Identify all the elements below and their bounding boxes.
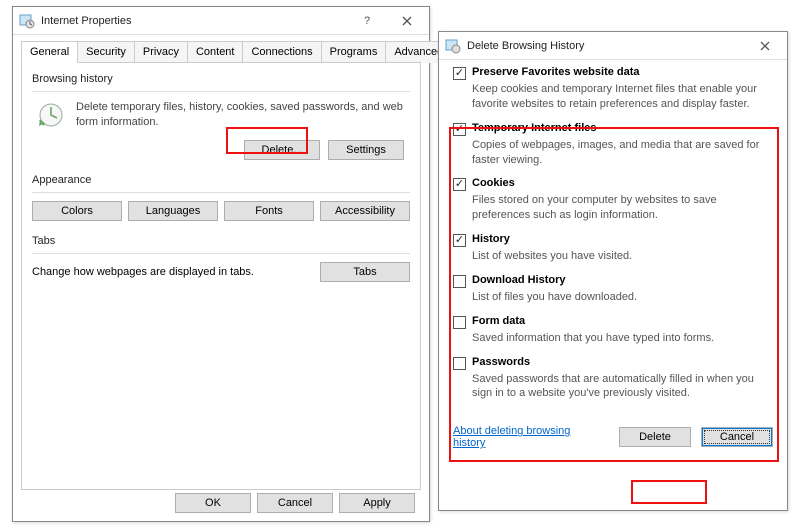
delete-confirm-button[interactable]: Delete xyxy=(619,427,691,447)
colors-button[interactable]: Colors xyxy=(32,201,122,221)
checkbox-row: Passwords xyxy=(453,356,773,370)
annotation-highlight xyxy=(631,480,707,504)
checkbox-desc: Files stored on your computer by website… xyxy=(472,193,773,223)
close-button[interactable] xyxy=(745,33,785,59)
checkbox-row: Form data xyxy=(453,315,773,329)
checkbox-desc: Saved information that you have typed in… xyxy=(472,331,773,346)
cancel-button[interactable]: Cancel xyxy=(257,493,333,513)
delete-browsing-history-window: Delete Browsing History Preserve Favorit… xyxy=(438,31,788,511)
group-tabs: Tabs Change how webpages are displayed i… xyxy=(32,235,410,282)
tab-panel-general: Browsing history Delete temporary files,… xyxy=(21,62,421,490)
group-appearance: Appearance Colors Languages Fonts Access… xyxy=(32,174,410,221)
checkbox-desc: List of websites you have visited. xyxy=(472,249,773,264)
cancel-button[interactable]: Cancel xyxy=(701,427,773,447)
checkbox-label[interactable]: Temporary Internet files xyxy=(472,122,597,134)
titlebar: Internet Properties ? xyxy=(13,7,429,35)
checkbox-row: Preserve Favorites website data xyxy=(453,66,773,80)
checkbox-label[interactable]: Cookies xyxy=(472,177,515,189)
group-label: Browsing history xyxy=(32,73,410,85)
tabs-desc: Change how webpages are displayed in tab… xyxy=(32,266,310,278)
browsing-history-desc: Delete temporary files, history, cookies… xyxy=(76,100,410,130)
checkbox-row: Download History xyxy=(453,274,773,288)
checkbox-row: Cookies xyxy=(453,177,773,191)
checkbox-row: History xyxy=(453,233,773,247)
close-button[interactable] xyxy=(387,8,427,34)
tabstrip: General Security Privacy Content Connect… xyxy=(13,35,429,63)
about-link[interactable]: About deleting browsing history xyxy=(453,425,599,449)
tab-privacy[interactable]: Privacy xyxy=(134,41,188,63)
ok-button[interactable]: OK xyxy=(175,493,251,513)
dbh-body: Preserve Favorites website data Keep cook… xyxy=(439,60,787,421)
accessibility-button[interactable]: Accessibility xyxy=(320,201,410,221)
tab-content[interactable]: Content xyxy=(187,41,244,63)
group-label: Appearance xyxy=(32,174,410,186)
checkbox[interactable] xyxy=(453,275,466,288)
internet-properties-window: Internet Properties ? General Security P… xyxy=(12,6,430,522)
settings-button[interactable]: Settings xyxy=(328,140,404,160)
tabs-button[interactable]: Tabs xyxy=(320,262,410,282)
internet-options-icon xyxy=(19,13,35,29)
checkbox-desc: Copies of webpages, images, and media th… xyxy=(472,138,773,168)
checkbox[interactable] xyxy=(453,234,466,247)
dbh-footer: About deleting browsing history Delete C… xyxy=(439,421,787,459)
checkbox-desc: Keep cookies and temporary Internet file… xyxy=(472,82,773,112)
checkbox-label[interactable]: Form data xyxy=(472,315,525,327)
history-clock-icon xyxy=(36,100,66,130)
tab-security[interactable]: Security xyxy=(77,41,135,63)
internet-options-icon xyxy=(445,38,461,54)
group-label: Tabs xyxy=(32,235,410,247)
checkbox-label[interactable]: Preserve Favorites website data xyxy=(472,66,640,78)
checkbox-desc: Saved passwords that are automatically f… xyxy=(472,372,773,402)
delete-button[interactable]: Delete... xyxy=(244,140,320,160)
checkbox-row: Temporary Internet files xyxy=(453,122,773,136)
apply-button[interactable]: Apply xyxy=(339,493,415,513)
checkbox[interactable] xyxy=(453,357,466,370)
checkbox[interactable] xyxy=(453,123,466,136)
dialog-buttons: OK Cancel Apply xyxy=(175,493,415,513)
checkbox-desc: List of files you have downloaded. xyxy=(472,290,773,305)
titlebar: Delete Browsing History xyxy=(439,32,787,60)
tab-general[interactable]: General xyxy=(21,41,78,63)
tab-programs[interactable]: Programs xyxy=(321,41,387,63)
checkbox-label[interactable]: Download History xyxy=(472,274,566,286)
checkbox[interactable] xyxy=(453,67,466,80)
group-browsing-history: Browsing history Delete temporary files,… xyxy=(32,73,410,160)
checkbox-label[interactable]: History xyxy=(472,233,510,245)
languages-button[interactable]: Languages xyxy=(128,201,218,221)
checkbox[interactable] xyxy=(453,178,466,191)
checkbox-label[interactable]: Passwords xyxy=(472,356,530,368)
tab-connections[interactable]: Connections xyxy=(242,41,321,63)
help-button[interactable]: ? xyxy=(347,8,387,34)
fonts-button[interactable]: Fonts xyxy=(224,201,314,221)
window-title: Delete Browsing History xyxy=(467,40,745,52)
window-title: Internet Properties xyxy=(41,15,347,27)
checkbox[interactable] xyxy=(453,316,466,329)
